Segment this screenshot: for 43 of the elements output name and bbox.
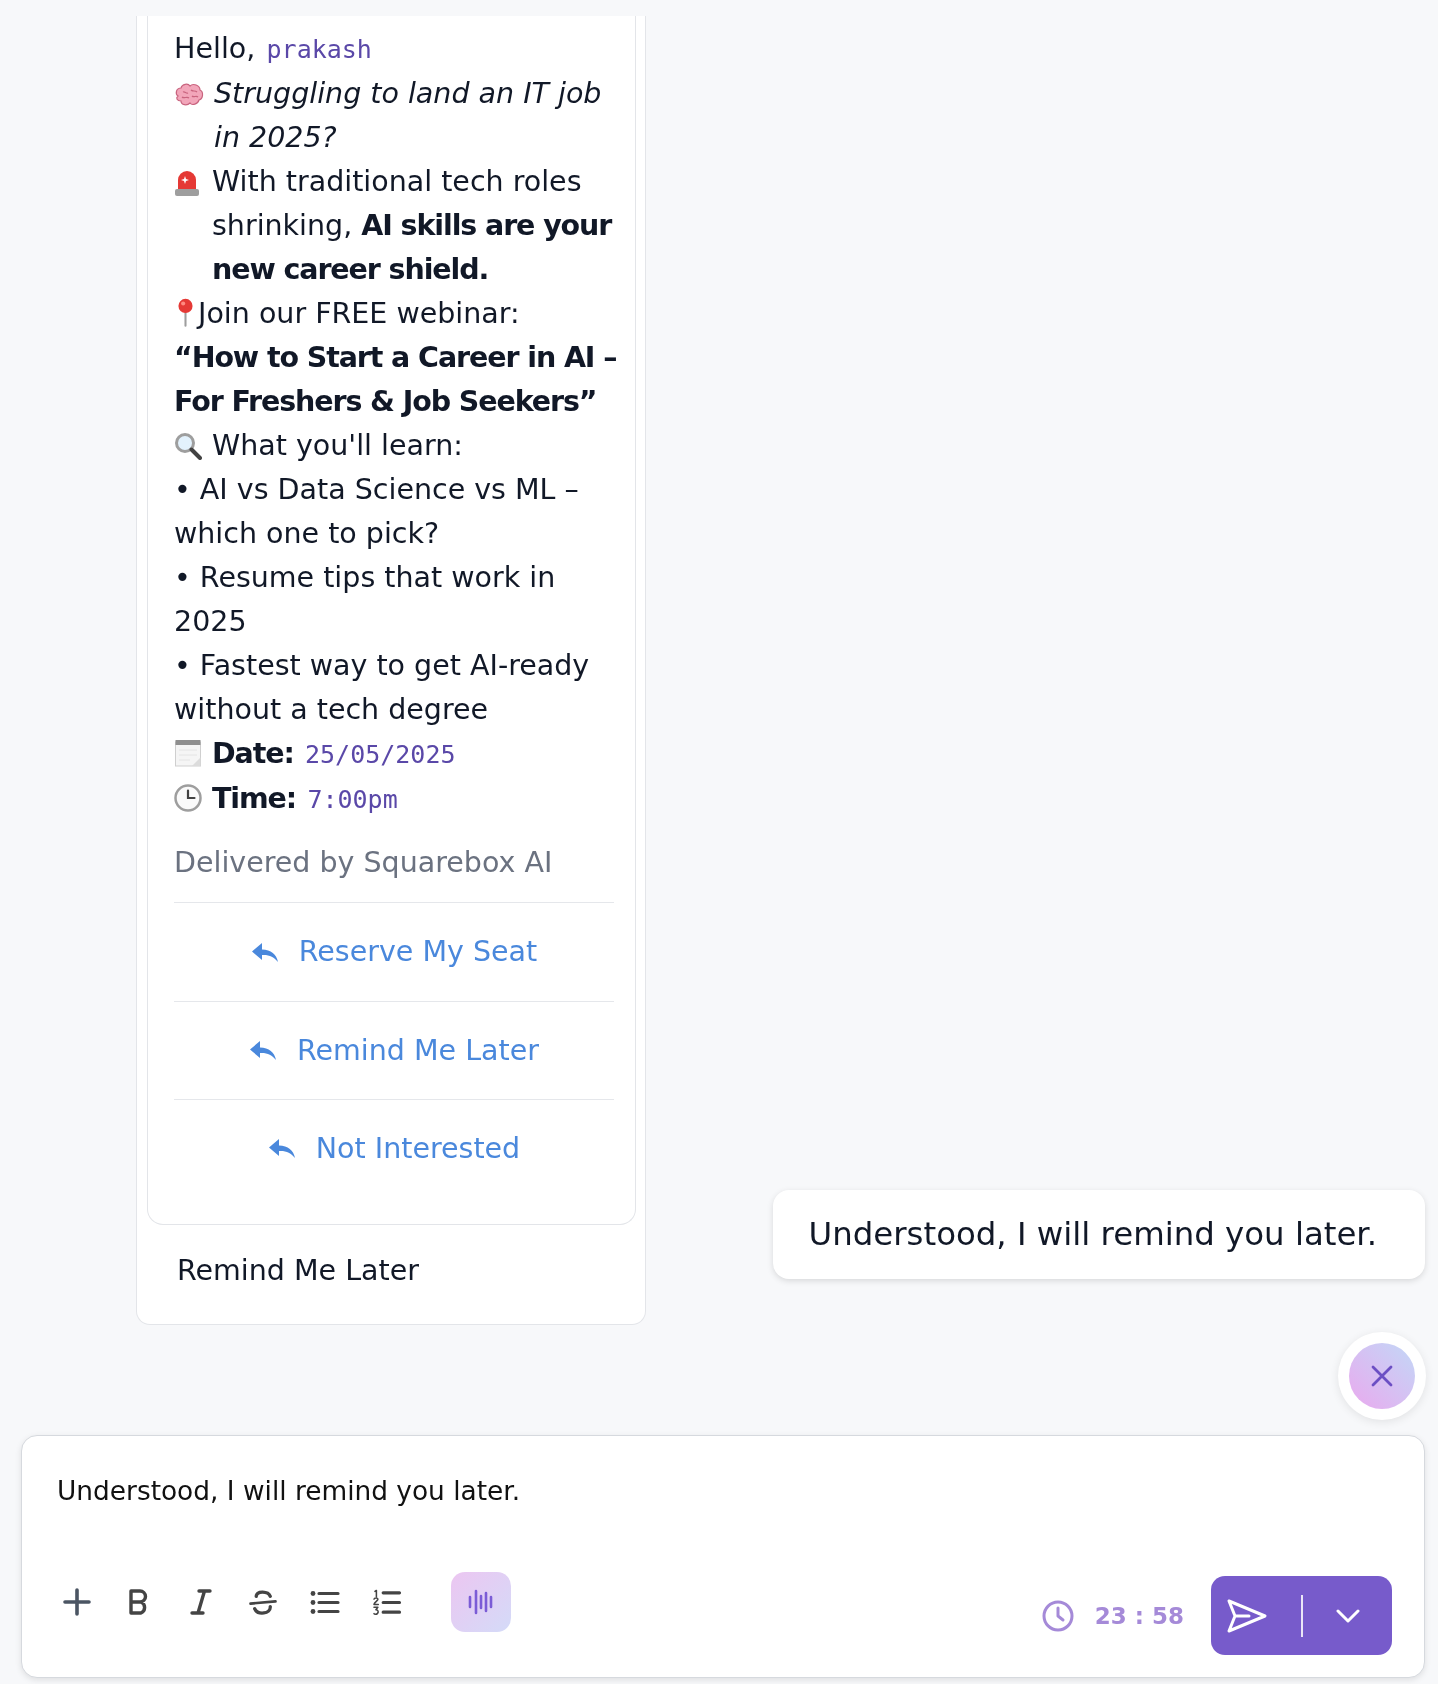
reply-icon <box>250 941 279 963</box>
brain-icon <box>174 82 204 107</box>
selected-reply-text: Remind Me Later <box>177 1254 419 1287</box>
clock-icon <box>174 784 202 812</box>
waveform-icon <box>468 1588 494 1616</box>
learning-point: • AI vs Data Science vs ML – which one to pick? <box>174 472 580 552</box>
timer-text: 23 : 58 <box>1094 1602 1184 1629</box>
date-value: 25/05/2025 <box>305 740 456 769</box>
quick-reply-button[interactable]: Reserve My Seat <box>174 903 614 1001</box>
reply-icon <box>267 1138 296 1159</box>
invite-text: Join our FREE webinar: <box>198 296 520 332</box>
reply-icon <box>249 1040 278 1061</box>
recipient-name: prakash <box>266 35 372 64</box>
pushpin-icon <box>177 298 194 327</box>
greeting-text: Hello, <box>174 32 256 65</box>
voice-button[interactable] <box>451 1572 511 1632</box>
bullet-list-icon <box>310 1588 340 1616</box>
numbered-list-icon <box>372 1588 402 1616</box>
date-label: Date: <box>212 737 294 770</box>
plus-icon <box>63 1588 91 1616</box>
webinar-title: “How to Start a Career in AI – For Freshers & Job Seekers” <box>174 340 618 420</box>
close-icon <box>1349 1343 1415 1409</box>
outgoing-message: Understood, I will remind you later. <box>772 1190 1425 1279</box>
italic-icon <box>190 1589 212 1615</box>
calendar-icon <box>174 739 202 767</box>
clock-icon <box>1041 1599 1074 1632</box>
send-icon <box>1227 1598 1267 1633</box>
siren-icon <box>174 168 200 196</box>
search-icon <box>174 432 202 460</box>
delivered-by-text: Delivered by Squarebox AI <box>174 846 553 879</box>
time-label: Time: <box>212 782 297 815</box>
message-input[interactable]: Understood, I will remind you later. <box>57 1473 521 1509</box>
strikethrough-icon <box>248 1588 278 1616</box>
learn-heading: What you'll learn: <box>212 428 463 464</box>
caret-icon <box>1335 1608 1360 1623</box>
bold-icon <box>128 1589 150 1615</box>
time-value: 7:00pm <box>307 785 398 814</box>
quick-reply-button[interactable]: Not Interested <box>174 1099 614 1197</box>
learning-point: • Resume tips that work in 2025 <box>174 560 557 640</box>
quick-reply-button[interactable]: Remind Me Later <box>174 1001 614 1099</box>
learning-point: • Fastest way to get AI-ready without a tech degree <box>174 648 591 728</box>
alert-text: With traditional tech roles shrinking, AI skills are your new career shield. <box>212 164 613 288</box>
hook-text: Struggling to land an IT job in 2025? <box>214 76 603 156</box>
